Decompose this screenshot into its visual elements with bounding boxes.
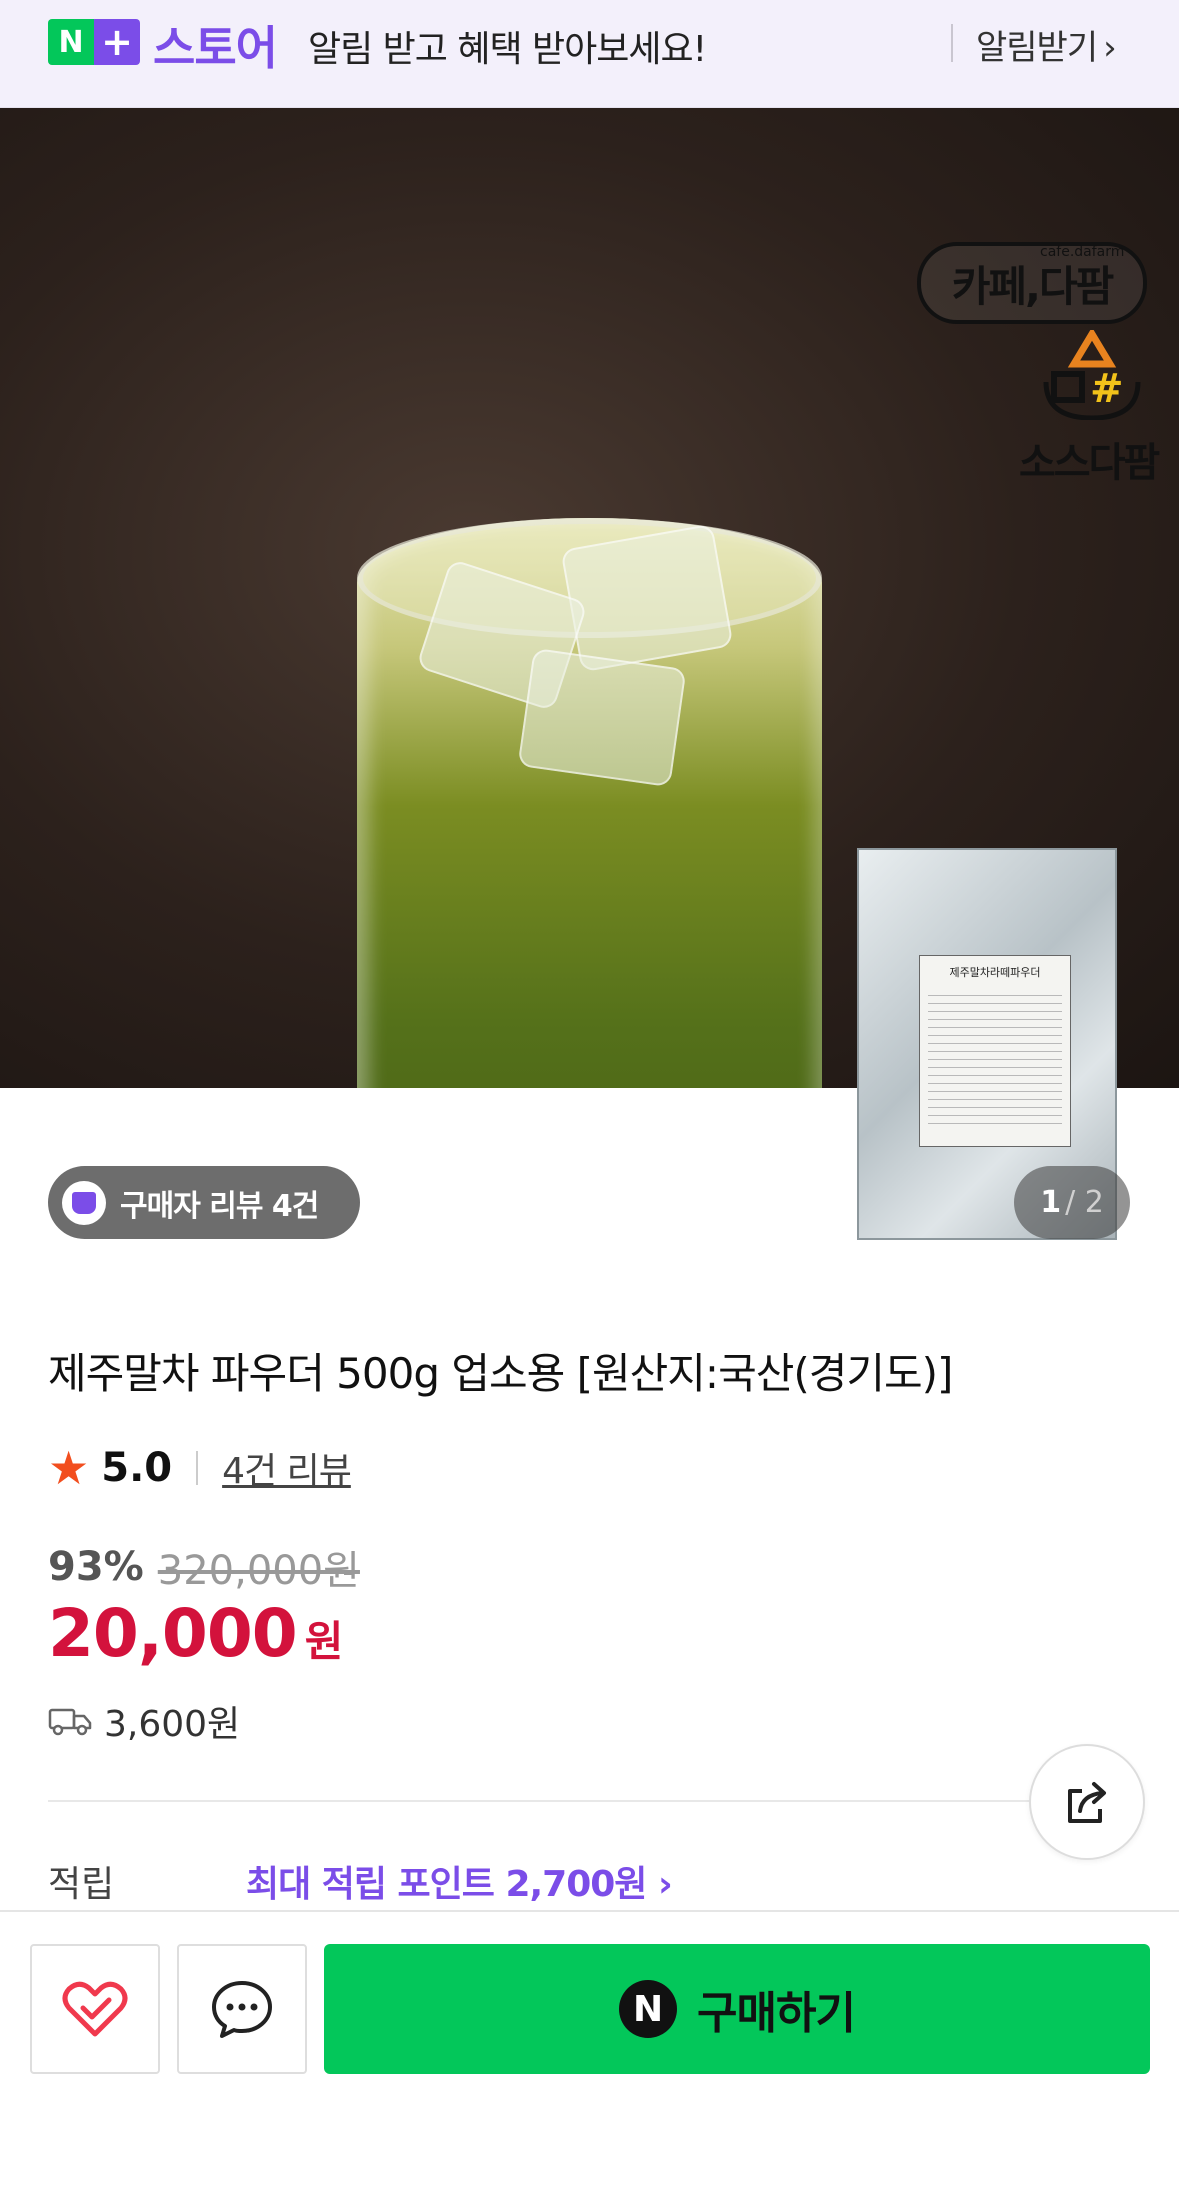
truck-icon	[48, 1708, 92, 1736]
sale-price-value: 20,000	[48, 1595, 298, 1672]
points-label: 적립	[48, 1864, 115, 1905]
sale-price-unit: 원	[304, 1617, 344, 1666]
plus-logo: +	[94, 19, 140, 65]
shopping-bag-icon	[62, 1180, 106, 1225]
sauce-dafarm-logo: 소스다팜	[1019, 440, 1160, 486]
pager-total: / 2	[1065, 1185, 1104, 1220]
svg-text:#: #	[1090, 366, 1124, 412]
buyer-review-count: 구매자 리뷰 4건	[120, 1188, 319, 1224]
buy-button-label: 구매하기	[697, 1988, 856, 2039]
pack-label-title: 제주말차라떼파우더	[949, 966, 1041, 979]
original-price: 320,000원	[157, 1548, 360, 1594]
pack-label: 제주말차라떼파우더	[919, 955, 1071, 1147]
ice-cube	[517, 647, 687, 788]
naver-pay-n-icon: N	[619, 1980, 678, 2038]
cafe-dafarm-logo-sub: cafe.dafarm	[1040, 244, 1125, 260]
image-pager: 1/ 2	[1014, 1166, 1130, 1239]
share-icon	[1068, 1782, 1106, 1823]
star-icon: ★	[48, 1441, 90, 1495]
notify-button-label: 알림받기	[976, 28, 1098, 68]
pager-current: 1	[1040, 1185, 1062, 1220]
ice-cube	[560, 523, 734, 673]
bottom-action-bar: N 구매하기	[0, 1910, 1179, 2189]
chat-bubble-icon	[212, 1981, 272, 2038]
discount-percent: 93%	[48, 1544, 144, 1590]
store-wordmark: 스토어	[153, 21, 278, 75]
rating-divider	[196, 1451, 199, 1485]
sale-price: 20,000 원	[48, 1595, 343, 1672]
buyer-review-pill[interactable]: 구매자 리뷰 4건	[48, 1166, 360, 1239]
rating-score: 5.0	[101, 1445, 173, 1491]
product-title: 제주말차 파우더 500g 업소용 [원산지:국산(경기도)]	[48, 1349, 953, 1398]
banner-message: 알림 받고 혜택 받아보세요!	[308, 29, 707, 70]
naver-plus-logo: N +	[48, 19, 140, 67]
chevron-right-icon: ›	[1103, 28, 1117, 68]
rating-row: ★ 5.0 4건 리뷰	[48, 1440, 352, 1496]
sauce-dafarm-mark-icon: #	[1043, 330, 1141, 420]
section-divider	[48, 1800, 1048, 1802]
discount-row: 93% 320,000원	[48, 1538, 360, 1596]
naver-n-logo: N	[48, 19, 94, 65]
talktalk-button[interactable]	[177, 1944, 307, 2074]
notify-button[interactable]: 알림받기 ›	[976, 20, 1117, 69]
shipping-row: 3,600원	[48, 1695, 240, 1747]
zzim-button[interactable]	[30, 1944, 160, 2074]
max-points-link[interactable]: 최대 적립 포인트 2,700원 ›	[246, 1855, 673, 1907]
reviews-link[interactable]: 4건 리뷰	[222, 1442, 352, 1494]
share-button[interactable]	[1029, 1744, 1145, 1860]
heart-check-icon	[62, 1981, 128, 2037]
shipping-fee: 3,600원	[104, 1704, 241, 1745]
pack-label-lines	[928, 988, 1062, 1128]
buy-button[interactable]: N 구매하기	[324, 1944, 1150, 2074]
app-install-banner[interactable]: N + 스토어 알림 받고 혜택 받아보세요! 알림받기 ›	[0, 0, 1179, 108]
banner-divider	[951, 24, 953, 62]
